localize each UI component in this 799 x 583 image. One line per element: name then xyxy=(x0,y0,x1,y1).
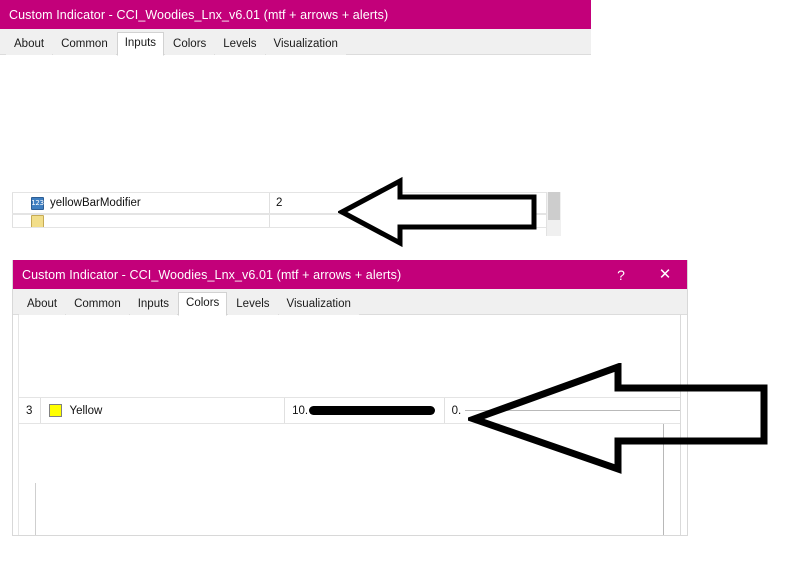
scrollbar-thumb[interactable] xyxy=(548,192,560,220)
grid-vertical-scrollbar[interactable] xyxy=(546,192,561,236)
table-row[interactable] xyxy=(12,214,558,228)
color-style-cell[interactable]: 0. xyxy=(443,398,680,423)
titlebar-buttons[interactable]: ? ✕ xyxy=(599,260,687,289)
property-grid-inputs[interactable]: 123 yellowBarModifier 2 xyxy=(12,192,558,228)
redaction-bar xyxy=(309,406,436,415)
window-title: Custom Indicator - CCI_Woodies_Lnx_v6.01… xyxy=(22,267,402,282)
property-name-cell[interactable]: 123 yellowBarModifier xyxy=(26,193,269,213)
color-width-cell[interactable]: 10. xyxy=(284,398,444,423)
window-title: Custom Indicator - CCI_Woodies_Lnx_v6.01… xyxy=(9,7,389,22)
table-row[interactable]: 3 Yellow 10. 0. xyxy=(19,397,680,424)
color-index-cell: 3 xyxy=(19,398,40,423)
client-area-colors: 3 Yellow 10. 0. xyxy=(13,315,687,535)
line-style-preview xyxy=(465,410,680,411)
color-name-cell[interactable]: Yellow xyxy=(40,398,284,423)
table-row[interactable]: 123 yellowBarModifier 2 xyxy=(12,192,558,214)
indicator-properties-window-inputs[interactable]: Custom Indicator - CCI_Woodies_Lnx_v6.01… xyxy=(0,0,591,236)
titlebar-inputs[interactable]: Custom Indicator - CCI_Woodies_Lnx_v6.01… xyxy=(0,0,591,29)
tab-colors[interactable]: Colors xyxy=(178,292,228,316)
property-name-label: yellowBarModifier xyxy=(50,197,141,209)
close-icon[interactable]: ✕ xyxy=(643,260,687,289)
tab-levels[interactable]: Levels xyxy=(228,294,278,315)
tab-common[interactable]: Common xyxy=(53,34,116,55)
tab-about[interactable]: About xyxy=(19,294,66,315)
color-grid[interactable]: 3 Yellow 10. 0. xyxy=(19,397,680,424)
tabstrip-colors[interactable]: About Common Inputs Colors Levels Visual… xyxy=(13,289,687,316)
color-index-label: 3 xyxy=(26,404,33,417)
tab-inputs[interactable]: Inputs xyxy=(116,32,165,56)
tabstrip-inputs[interactable]: About Common Inputs Colors Levels Visual… xyxy=(0,29,591,56)
color-style-label: 0. xyxy=(451,404,462,417)
panel-left-border xyxy=(18,315,19,535)
tab-levels[interactable]: Levels xyxy=(215,34,265,55)
client-area-inputs: 123 yellowBarModifier 2 xyxy=(0,55,591,236)
folder-icon xyxy=(31,215,44,227)
color-name-label: Yellow xyxy=(69,404,103,417)
tab-visualization[interactable]: Visualization xyxy=(265,34,346,55)
help-icon[interactable]: ? xyxy=(599,260,643,289)
panel-right-border xyxy=(680,315,681,535)
tab-common[interactable]: Common xyxy=(66,294,129,315)
grid-row-guide xyxy=(35,483,36,535)
property-value-cell[interactable] xyxy=(269,215,558,227)
row-indent-cell xyxy=(12,215,26,227)
property-name-cell[interactable] xyxy=(26,215,269,227)
tab-inputs[interactable]: Inputs xyxy=(129,294,178,315)
color-width-label: 10. xyxy=(292,404,309,417)
number-123-icon: 123 xyxy=(31,196,44,210)
property-value-text: 2 xyxy=(276,197,283,209)
tab-colors[interactable]: Colors xyxy=(165,34,215,55)
row-indent-cell xyxy=(12,193,26,213)
color-swatch-icon[interactable] xyxy=(49,404,63,417)
tab-about[interactable]: About xyxy=(6,34,53,55)
titlebar-colors[interactable]: Custom Indicator - CCI_Woodies_Lnx_v6.01… xyxy=(13,260,687,289)
property-value-cell[interactable]: 2 xyxy=(269,193,558,213)
indicator-properties-window-colors[interactable]: Custom Indicator - CCI_Woodies_Lnx_v6.01… xyxy=(12,260,688,536)
tab-visualization[interactable]: Visualization xyxy=(278,294,359,315)
